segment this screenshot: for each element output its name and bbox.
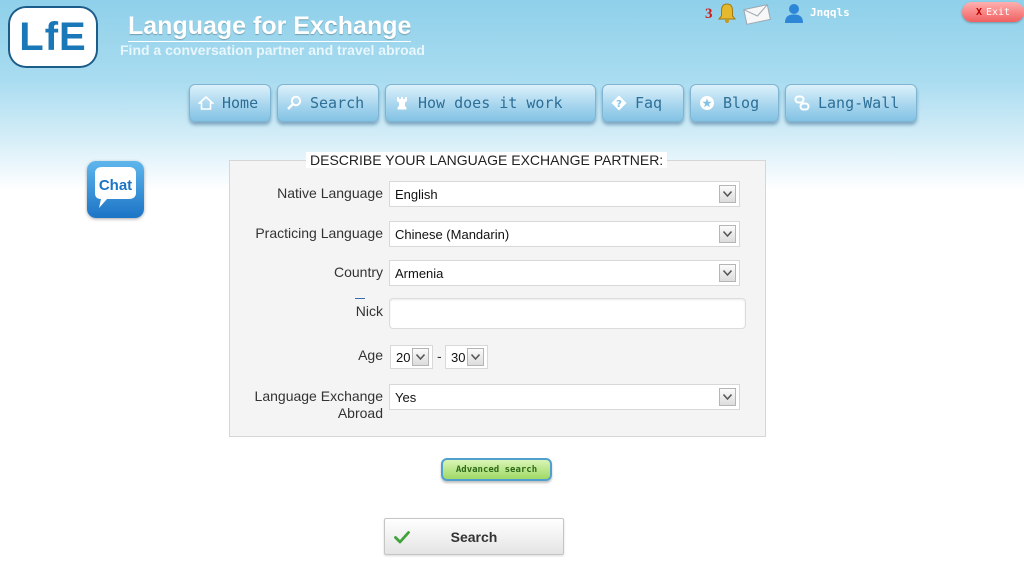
chevron-down-icon: [719, 225, 736, 243]
abroad-label-line1: Language Exchange: [254, 388, 383, 404]
chat-icon[interactable]: Chat: [87, 161, 144, 218]
abroad-label: Language Exchange Abroad: [233, 388, 383, 422]
nav-home-label: Home: [222, 94, 259, 112]
nav-search-label: Search: [310, 94, 365, 112]
age-from-select[interactable]: 20: [390, 345, 433, 369]
age-label: Age: [358, 347, 383, 363]
nav-how-it-works-button[interactable]: How does it work: [385, 84, 596, 122]
native-language-value: English: [395, 186, 438, 202]
check-icon: [394, 531, 410, 544]
practicing-language-value: Chinese (Mandarin): [395, 226, 510, 242]
chevron-down-icon: [719, 185, 736, 203]
close-icon: X: [975, 6, 982, 18]
abroad-label-line2: Abroad: [337, 405, 383, 421]
country-value: Armenia: [395, 265, 444, 281]
nav-home-button[interactable]: Home: [189, 84, 271, 122]
form-legend: DESCRIBE YOUR LANGUAGE EXCHANGE PARTNER:: [306, 152, 668, 168]
nav-faq-button[interactable]: ? Faq: [602, 84, 684, 122]
chevron-down-icon: [719, 388, 736, 406]
search-button[interactable]: Search: [384, 518, 564, 555]
nav-lang-wall-label: Lang-Wall: [818, 94, 900, 112]
age-separator: -: [437, 348, 442, 364]
practicing-language-label: Practicing Language: [255, 225, 383, 241]
country-label: Country: [333, 264, 383, 280]
site-tagline: Find a conversation partner and travel a…: [120, 42, 425, 58]
mail-icon[interactable]: [742, 2, 772, 26]
bell-icon[interactable]: [716, 2, 738, 24]
chess-rook-icon: [397, 97, 407, 110]
notification-count[interactable]: 3: [705, 6, 713, 23]
nick-label: Nick: [355, 303, 383, 319]
advanced-search-button[interactable]: Advanced search: [441, 458, 552, 481]
abroad-value: Yes: [395, 389, 417, 405]
username[interactable]: Jnqqls: [810, 6, 850, 19]
nav-search-button[interactable]: Search: [277, 84, 379, 122]
user-icon[interactable]: [783, 2, 805, 24]
question-icon: ?: [611, 95, 627, 111]
chevron-down-icon: [467, 348, 484, 366]
practicing-language-select[interactable]: Chinese (Mandarin): [389, 221, 740, 247]
svg-text:?: ?: [616, 99, 622, 110]
site-title[interactable]: Language for Exchange: [128, 12, 412, 42]
native-language-label: Native Language: [277, 185, 383, 201]
logo-text: LfE: [19, 15, 87, 59]
exit-label: Exit: [985, 6, 1011, 18]
country-select[interactable]: Armenia: [389, 260, 740, 286]
age-to-value: 30: [451, 349, 466, 365]
age-from-value: 20: [396, 349, 411, 365]
link-icon: [794, 95, 810, 111]
native-language-select[interactable]: English: [389, 181, 740, 207]
search-icon: [287, 95, 302, 110]
home-icon: [198, 95, 214, 110]
star-icon: [700, 96, 714, 110]
main-nav: Home Search How does it work ? Faq Blog: [189, 84, 917, 122]
chat-label: Chat: [98, 177, 133, 194]
site-logo[interactable]: LfE: [8, 6, 98, 68]
nav-lang-wall-button[interactable]: Lang-Wall: [785, 84, 917, 122]
nav-blog-button[interactable]: Blog: [690, 84, 779, 122]
nick-input[interactable]: [389, 298, 746, 329]
chevron-down-icon: [719, 264, 736, 282]
abroad-select[interactable]: Yes: [389, 384, 740, 410]
chevron-down-icon: [412, 348, 429, 366]
age-to-select[interactable]: 30: [445, 345, 488, 369]
search-button-label: Search: [450, 528, 498, 545]
nick-marker: [355, 298, 365, 299]
nav-faq-label: Faq: [635, 94, 663, 112]
nav-blog-label: Blog: [723, 94, 760, 112]
exit-button[interactable]: X Exit: [962, 2, 1024, 22]
nav-how-it-works-label: How does it work: [418, 94, 563, 112]
